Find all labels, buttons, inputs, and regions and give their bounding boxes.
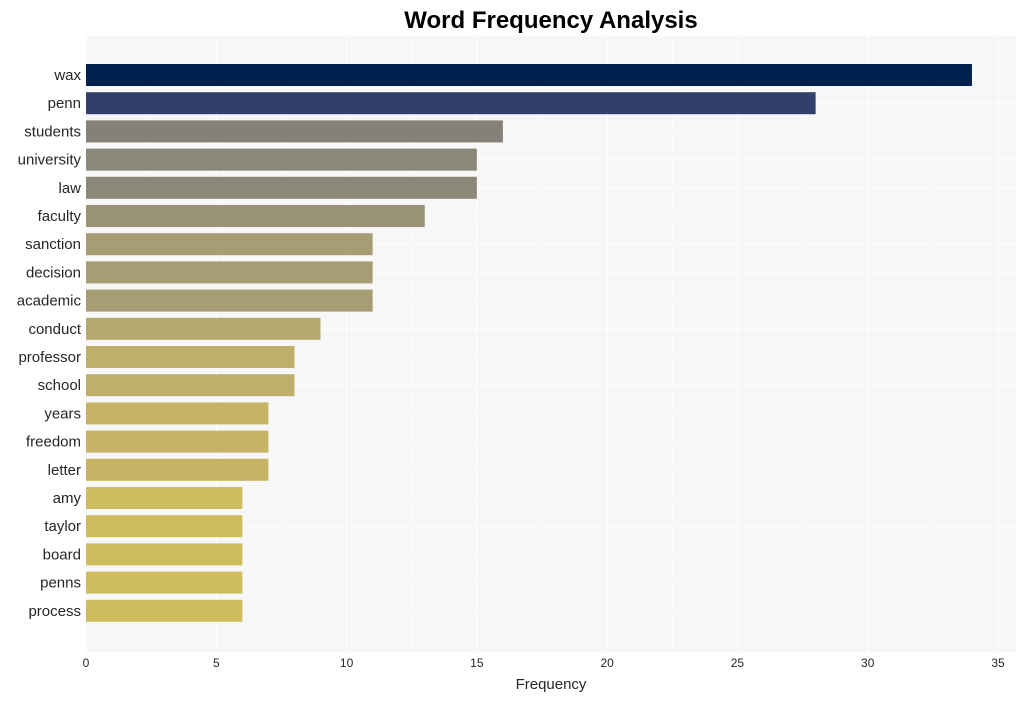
y-tick-label: law — [58, 180, 81, 197]
bar-freedom — [86, 430, 269, 453]
bar-law — [86, 176, 477, 199]
bar-conduct — [86, 317, 321, 340]
y-tick-label: board — [43, 546, 81, 563]
y-tick-label: process — [28, 603, 81, 620]
y-tick-label: letter — [48, 462, 81, 479]
bar-students — [86, 120, 503, 143]
y-tick-label: years — [44, 405, 81, 422]
y-tick-label: decision — [26, 264, 81, 281]
bar-university — [86, 148, 477, 171]
bar-decision — [86, 261, 373, 284]
bar-school — [86, 374, 295, 397]
bar-academic — [86, 289, 373, 312]
bar-faculty — [86, 205, 425, 227]
bar-amy — [86, 487, 243, 509]
bar-letter — [86, 458, 269, 481]
chart-title: Word Frequency Analysis — [404, 7, 697, 34]
x-tick-label: 5 — [213, 656, 220, 670]
y-tick-label: sanction — [25, 236, 81, 253]
bar-professor — [86, 346, 295, 368]
y-tick-label: university — [18, 152, 82, 169]
x-tick-labels: 0 5 10 15 20 25 30 35 — [83, 656, 1005, 670]
bar-process — [86, 599, 243, 622]
y-tick-label: taylor — [44, 518, 81, 535]
x-tick-label: 0 — [83, 656, 90, 670]
y-tick-label: academic — [17, 293, 82, 310]
y-tick-label: penns — [40, 575, 81, 592]
bar-taylor — [86, 515, 243, 538]
bar-wax — [86, 64, 972, 86]
x-axis-label: Frequency — [516, 676, 587, 693]
y-tick-label: school — [38, 377, 81, 394]
x-tick-label: 15 — [470, 656, 484, 670]
bar-years — [86, 402, 269, 425]
x-tick-label: 20 — [600, 656, 614, 670]
bar-penns — [86, 571, 243, 594]
y-tick-labels: wax penn students university law faculty sanct… — [17, 67, 82, 620]
bar-penn — [86, 92, 816, 115]
word-frequency-chart: wax penn students university law faculty sanct… — [17, 7, 1016, 693]
bar-sanction — [86, 233, 373, 256]
y-tick-label: penn — [48, 95, 81, 112]
x-tick-label: 35 — [991, 656, 1005, 670]
y-tick-label: conduct — [28, 321, 81, 338]
x-tick-label: 30 — [861, 656, 875, 670]
y-tick-label: freedom — [26, 434, 81, 451]
bar-board — [86, 543, 243, 566]
y-tick-label: wax — [53, 67, 81, 84]
x-tick-label: 10 — [340, 656, 354, 670]
x-tick-label: 25 — [731, 656, 745, 670]
y-tick-label: professor — [18, 349, 81, 366]
y-tick-label: amy — [53, 490, 82, 507]
y-tick-label: students — [24, 123, 81, 140]
y-tick-label: faculty — [38, 208, 82, 225]
